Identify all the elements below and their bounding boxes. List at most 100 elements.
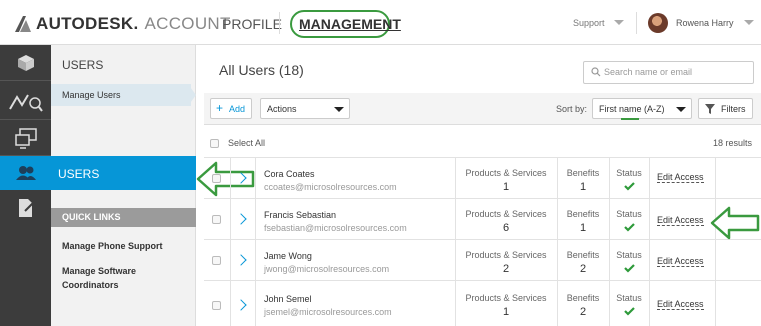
- user-name-cell[interactable]: Jame Wong: [264, 251, 312, 261]
- status-header: Status: [616, 168, 642, 178]
- products-header: Products & Services: [465, 293, 547, 303]
- status-check-icon: [624, 307, 635, 316]
- header-divider: [636, 12, 637, 34]
- products-count: 1: [502, 306, 510, 318]
- brand-subtitle: ACCOUNT: [144, 14, 231, 33]
- status-check-icon: [624, 182, 635, 191]
- expand-chevron-icon[interactable]: [235, 213, 247, 225]
- user-email-cell: jsemel@microsolresources.com: [264, 307, 392, 317]
- filters-label: Filters: [721, 104, 746, 114]
- sidebar-section-title: USERS: [62, 58, 104, 72]
- nav-divider: [279, 12, 280, 34]
- status-check-icon: [624, 223, 635, 232]
- plus-icon: +: [216, 101, 224, 115]
- autodesk-logo[interactable]: AUTODESK. ACCOUNT: [14, 14, 231, 34]
- documents-nav[interactable]: [0, 190, 51, 226]
- user-email-cell: ccoates@microsolresources.com: [264, 182, 397, 192]
- benefits-count: 2: [579, 306, 587, 318]
- status-check-icon: [624, 264, 635, 273]
- row-checkbox[interactable]: [212, 174, 221, 183]
- status-header: Status: [616, 293, 642, 303]
- users-icon: [16, 166, 36, 180]
- chart-icon: [8, 93, 43, 112]
- link-coordinators[interactable]: Coordinators: [62, 280, 119, 290]
- expand-chevron-icon[interactable]: [235, 299, 247, 311]
- devices-icon: [14, 127, 37, 149]
- link-manage-phone-support[interactable]: Manage Phone Support: [62, 241, 163, 251]
- annotation-arrow-edit-access-icon: [710, 206, 760, 240]
- products-count: 6: [502, 222, 510, 234]
- user-email-cell: jwong@microsolresources.com: [264, 264, 390, 274]
- select-all-checkbox[interactable]: [210, 139, 219, 148]
- user-email-cell: fsebastian@microsolresources.com: [264, 223, 407, 233]
- support-chevron-down-icon[interactable]: [614, 20, 624, 25]
- reports-nav[interactable]: [0, 82, 51, 120]
- nav-profile[interactable]: PROFILE: [222, 16, 282, 32]
- brand-name: AUTODESK.: [36, 14, 139, 33]
- expand-chevron-icon[interactable]: [235, 172, 247, 184]
- support-menu[interactable]: Support: [573, 18, 605, 28]
- autodesk-logo-icon: [15, 16, 31, 32]
- add-label: Add: [229, 104, 246, 114]
- actions-label: Actions: [267, 104, 297, 114]
- search-placeholder: Search name or email: [604, 67, 693, 77]
- page-title: All Users (18): [219, 62, 304, 78]
- status-header: Status: [616, 250, 642, 260]
- select-all-label[interactable]: Select All: [228, 138, 265, 148]
- document-icon: [18, 199, 35, 217]
- edit-access-link[interactable]: Edit Access: [657, 256, 704, 267]
- results-count: 18 results: [713, 138, 753, 148]
- actions-chevron-down-icon: [334, 107, 344, 112]
- users-nav[interactable]: [0, 156, 51, 190]
- user-name-cell[interactable]: Francis Sebastian: [264, 210, 336, 220]
- search-icon: [591, 67, 601, 77]
- edit-access-link[interactable]: Edit Access: [657, 215, 704, 226]
- actions-dropdown[interactable]: Actions: [260, 98, 350, 119]
- user-name-cell[interactable]: Cora Coates: [264, 169, 315, 179]
- link-manage-software[interactable]: Manage Software: [62, 266, 136, 276]
- table-row[interactable]: Jame Wong jwong@microsolresources.com Pr…: [204, 239, 761, 281]
- row-checkbox[interactable]: [212, 215, 221, 224]
- edit-access-link[interactable]: Edit Access: [657, 172, 704, 183]
- user-name[interactable]: Rowena Harry: [676, 18, 734, 28]
- sort-underline: [621, 118, 639, 120]
- benefits-header: Benefits: [566, 250, 600, 260]
- products-header: Products & Services: [465, 250, 547, 260]
- benefits-header: Benefits: [566, 168, 600, 178]
- active-pointer: [188, 84, 196, 106]
- products-header: Products & Services: [465, 209, 547, 219]
- devices-nav[interactable]: [0, 120, 51, 156]
- products-count: 2: [502, 263, 510, 275]
- benefits-header: Benefits: [566, 293, 600, 303]
- user-name-cell[interactable]: John Semel: [264, 294, 312, 304]
- sidebar-item-users-label: USERS: [58, 167, 100, 181]
- sort-dropdown[interactable]: First name (A-Z): [592, 98, 692, 120]
- row-checkbox[interactable]: [212, 301, 221, 310]
- row-checkbox[interactable]: [212, 256, 221, 265]
- user-chevron-down-icon[interactable]: [744, 20, 754, 25]
- table-row[interactable]: John Semel jsemel@microsolresources.com …: [204, 280, 761, 326]
- cube-icon: [17, 54, 34, 71]
- quick-links-label: QUICK LINKS: [62, 212, 121, 222]
- sort-by-label: Sort by:: [556, 104, 588, 114]
- edit-access-link[interactable]: Edit Access: [657, 299, 704, 310]
- benefits-header: Benefits: [566, 209, 600, 219]
- benefits-count: 1: [579, 222, 587, 234]
- expand-chevron-icon[interactable]: [235, 254, 247, 266]
- add-user-button[interactable]: + Add: [210, 98, 252, 119]
- products-count: 1: [502, 181, 510, 193]
- filter-icon: [705, 104, 715, 114]
- nav-management[interactable]: MANAGEMENT: [299, 16, 401, 32]
- status-header: Status: [616, 209, 642, 219]
- filters-button[interactable]: Filters: [698, 98, 753, 119]
- products-header: Products & Services: [465, 168, 547, 178]
- sidebar-item-manage-users-label: Manage Users: [62, 90, 121, 100]
- benefits-count: 1: [579, 181, 587, 193]
- benefits-count: 2: [579, 263, 587, 275]
- sort-chevron-down-icon: [676, 107, 686, 112]
- products-nav[interactable]: [0, 45, 51, 81]
- sort-value: First name (A-Z): [599, 104, 665, 114]
- avatar[interactable]: [648, 13, 668, 33]
- table-row[interactable]: Cora Coates ccoates@microsolresources.co…: [204, 157, 761, 199]
- table-row[interactable]: Francis Sebastian fsebastian@microsolres…: [204, 198, 761, 240]
